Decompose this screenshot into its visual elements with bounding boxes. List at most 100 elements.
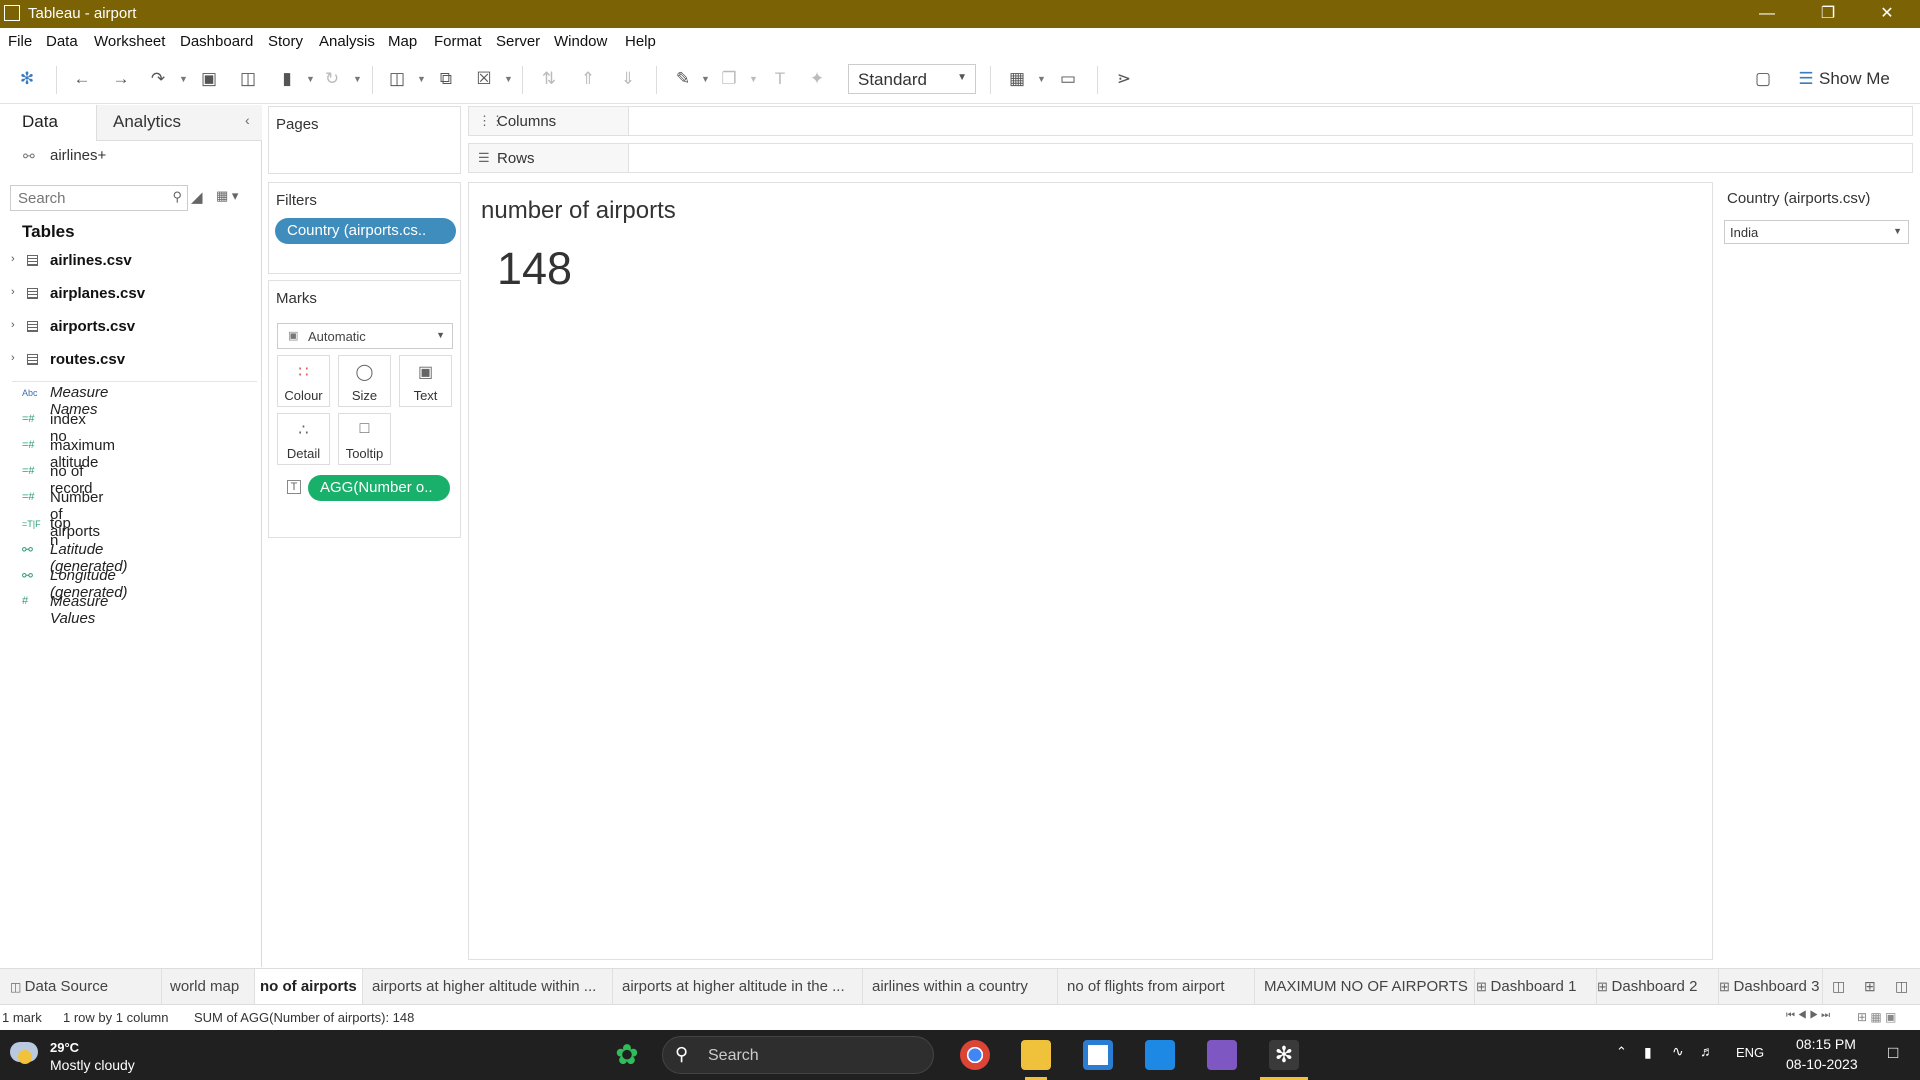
tab-airports-higher-altitude-within[interactable]: airports at higher altitude within ... bbox=[363, 969, 613, 1005]
undo-icon[interactable]: ← bbox=[71, 68, 93, 90]
menu-analysis[interactable]: Analysis bbox=[319, 33, 375, 50]
mark-type-dropdown[interactable]: ▣ Automatic ▼ bbox=[277, 323, 453, 349]
rows-shelf[interactable]: ☰ Rows bbox=[468, 143, 1913, 173]
volume-icon[interactable]: ♬ bbox=[1700, 1043, 1714, 1059]
tab-data[interactable]: Data bbox=[0, 105, 97, 141]
search-input[interactable] bbox=[11, 186, 161, 210]
tooltip-format-icon[interactable]: ▢ bbox=[1752, 68, 1774, 90]
collapse-pane-icon[interactable]: ‹ bbox=[245, 112, 250, 128]
show-me-button[interactable]: Show Me bbox=[1819, 69, 1890, 89]
sort-ascending-icon[interactable]: ⇑ bbox=[577, 68, 599, 90]
app-icon[interactable] bbox=[1145, 1040, 1175, 1070]
tab-dashboard-2[interactable]: ⊞ Dashboard 2 bbox=[1597, 969, 1719, 1005]
size-button[interactable]: ◯ Size bbox=[338, 355, 391, 407]
replay-icon[interactable]: ↷ bbox=[147, 68, 169, 90]
text-button[interactable]: ▣ Text bbox=[399, 355, 452, 407]
file-explorer-icon[interactable] bbox=[1021, 1040, 1051, 1070]
menu-dashboard[interactable]: Dashboard bbox=[180, 33, 253, 50]
tab-world-map[interactable]: world map bbox=[162, 969, 255, 1005]
pause-updates-icon[interactable]: ▮ bbox=[276, 68, 298, 90]
colour-button[interactable]: ∷ Colour bbox=[277, 355, 330, 407]
menu-window[interactable]: Window bbox=[554, 33, 607, 50]
filter-icon[interactable]: ◢ bbox=[191, 188, 203, 206]
weather-temp[interactable]: 29°C bbox=[50, 1040, 79, 1055]
worksheet-view[interactable]: number of airports 148 bbox=[468, 182, 1713, 960]
swap-icon[interactable]: ⇅ bbox=[538, 68, 560, 90]
widgets-icon[interactable]: ✿ bbox=[612, 1040, 642, 1070]
view-toggle-icons[interactable]: ⊞ ▦ ▣ bbox=[1857, 1010, 1896, 1024]
language-indicator[interactable]: ENG bbox=[1736, 1045, 1764, 1060]
store-icon[interactable] bbox=[1083, 1040, 1113, 1070]
wifi-icon[interactable]: ∿ bbox=[1672, 1043, 1684, 1060]
tab-maximum-no-of-airports[interactable]: MAXIMUM NO OF AIRPORTS bbox=[1255, 969, 1475, 1005]
tab-airlines-within-country[interactable]: airlines within a country bbox=[863, 969, 1058, 1005]
country-select[interactable]: India ▼ bbox=[1724, 220, 1909, 244]
columns-shelf[interactable]: ⋮⋮ Columns bbox=[468, 106, 1913, 136]
duplicate-icon[interactable]: ⧉ bbox=[435, 68, 457, 90]
view-options-icon[interactable]: ▦ ▾ bbox=[216, 188, 238, 204]
filters-card[interactable]: Filters Country (airports.cs.. bbox=[268, 182, 461, 274]
share-icon[interactable]: ⋗ bbox=[1113, 68, 1135, 90]
clipchamp-icon[interactable] bbox=[1207, 1040, 1237, 1070]
expand-icon[interactable]: › bbox=[11, 286, 15, 298]
measure-value[interactable]: 148 bbox=[497, 243, 572, 295]
battery-icon[interactable]: ▮ bbox=[1644, 1044, 1652, 1061]
agg-measure-pill[interactable]: AGG(Number o.. bbox=[308, 475, 450, 501]
redo-icon[interactable]: → bbox=[110, 68, 132, 90]
tab-airports-higher-altitude-in[interactable]: airports at higher altitude in the ... bbox=[613, 969, 863, 1005]
tableau-taskbar-icon[interactable]: ✻ bbox=[1269, 1040, 1299, 1070]
tab-dashboard-1[interactable]: ⊞ Dashboard 1 bbox=[1475, 969, 1597, 1005]
new-datasource-icon[interactable]: ◫ bbox=[237, 68, 259, 90]
weather-desc[interactable]: Mostly cloudy bbox=[50, 1057, 135, 1073]
pages-card[interactable]: Pages bbox=[268, 106, 461, 174]
menu-file[interactable]: File bbox=[8, 33, 32, 50]
menu-help[interactable]: Help bbox=[625, 33, 656, 50]
pin-icon[interactable]: ✦ bbox=[806, 68, 828, 90]
expand-icon[interactable]: › bbox=[11, 253, 15, 265]
detail-button[interactable]: ∴ Detail bbox=[277, 413, 330, 465]
tray-chevron-icon[interactable]: ⌃ bbox=[1616, 1044, 1627, 1060]
refresh-icon[interactable]: ↻ bbox=[321, 68, 343, 90]
tab-dashboard-3[interactable]: ⊞ Dashboard 3 bbox=[1719, 969, 1823, 1005]
new-dashboard-icon[interactable]: ⊞ bbox=[1864, 978, 1876, 995]
tooltip-button[interactable]: □ Tooltip bbox=[338, 413, 391, 465]
clock-date[interactable]: 08-10-2023 bbox=[1786, 1056, 1858, 1072]
taskbar-search[interactable]: ⚲ Search bbox=[662, 1036, 934, 1074]
save-icon[interactable]: ▣ bbox=[198, 68, 220, 90]
sort-descending-icon[interactable]: ⇓ bbox=[617, 68, 639, 90]
menu-data[interactable]: Data bbox=[46, 33, 78, 50]
tab-data-source[interactable]: ◫ Data Source bbox=[0, 969, 162, 1005]
show-cards-icon[interactable]: ▦ bbox=[1006, 68, 1028, 90]
highlight-icon[interactable]: ✎ bbox=[672, 68, 694, 90]
group-icon[interactable]: ❐ bbox=[718, 68, 740, 90]
tab-no-of-flights[interactable]: no of flights from airport bbox=[1058, 969, 1255, 1005]
sheet-title[interactable]: number of airports bbox=[481, 197, 676, 225]
country-filter-pill[interactable]: Country (airports.cs.. bbox=[275, 218, 456, 244]
menu-story[interactable]: Story bbox=[268, 33, 303, 50]
new-story-icon[interactable]: ◫ bbox=[1895, 978, 1908, 995]
show-me-icon[interactable]: ☰ bbox=[1795, 68, 1817, 90]
tab-analytics[interactable]: Analytics bbox=[97, 105, 262, 141]
new-worksheet-icon[interactable]: ◫ bbox=[386, 68, 408, 90]
menu-server[interactable]: Server bbox=[496, 33, 540, 50]
datasource-name[interactable]: airlines+ bbox=[50, 147, 106, 164]
sheet-nav-icons[interactable]: ⏮ ◀ ▶ ⏭ bbox=[1786, 1010, 1830, 1021]
restore-icon[interactable]: ❐ bbox=[1805, 0, 1851, 28]
menu-map[interactable]: Map bbox=[388, 33, 417, 50]
expand-icon[interactable]: › bbox=[11, 319, 15, 331]
menu-format[interactable]: Format bbox=[434, 33, 482, 50]
clear-sheet-icon[interactable]: ☒ bbox=[473, 68, 495, 90]
search-field[interactable]: ⚲ bbox=[10, 185, 188, 211]
chrome-icon[interactable] bbox=[960, 1040, 990, 1070]
menu-worksheet[interactable]: Worksheet bbox=[94, 33, 165, 50]
notification-icon[interactable]: □ bbox=[1888, 1043, 1898, 1063]
new-worksheet-icon[interactable]: ◫ bbox=[1832, 978, 1845, 995]
clock-time[interactable]: 08:15 PM bbox=[1796, 1036, 1856, 1052]
tab-no-of-airports[interactable]: no of airports bbox=[255, 969, 363, 1005]
presentation-icon[interactable]: ▭ bbox=[1057, 68, 1079, 90]
fit-dropdown[interactable]: Standard ▼ bbox=[848, 64, 976, 94]
close-icon[interactable]: ✕ bbox=[1864, 0, 1910, 28]
minimize-icon[interactable]: — bbox=[1744, 0, 1790, 28]
expand-icon[interactable]: › bbox=[11, 352, 15, 364]
tableau-logo-icon[interactable]: ✻ bbox=[16, 68, 38, 90]
